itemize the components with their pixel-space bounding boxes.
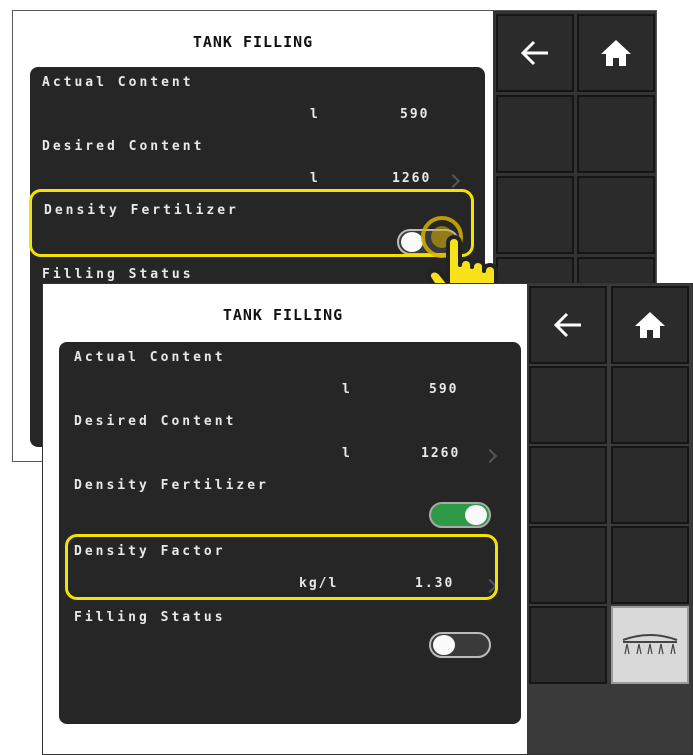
highlight-frame	[29, 189, 474, 257]
sprayer-boom-button[interactable]	[611, 606, 689, 684]
density-fertilizer-toggle[interactable]	[429, 502, 491, 528]
home-button[interactable]	[577, 14, 655, 92]
empty-soft-key[interactable]	[611, 526, 689, 604]
actual-content-unit: l	[310, 107, 320, 122]
toggle-knob	[465, 505, 487, 525]
highlight-frame	[65, 534, 498, 600]
actual-content-unit: l	[342, 382, 352, 397]
home-icon	[613, 288, 687, 362]
back-arrow-icon	[498, 16, 572, 90]
desired-content-label: Desired Content	[42, 139, 205, 154]
density-fertilizer-label: Density Fertilizer	[74, 478, 269, 493]
filling-status-label: Filling Status	[42, 267, 194, 282]
actual-content-label: Actual Content	[42, 75, 194, 90]
settings-panel: Actual Content l 590 Desired Content l 1…	[59, 342, 521, 724]
toggle-knob	[433, 635, 455, 655]
back-button[interactable]	[529, 286, 607, 364]
front-screen: TANK FILLING Actual Content l 590 Desire…	[42, 283, 693, 755]
empty-soft-key[interactable]	[577, 176, 655, 254]
sprayer-boom-icon	[613, 608, 687, 682]
home-icon	[579, 16, 653, 90]
page-title: TANK FILLING	[222, 306, 344, 324]
desired-content-value[interactable]: 1260	[421, 446, 460, 461]
empty-soft-key[interactable]	[611, 446, 689, 524]
filling-status-toggle[interactable]	[429, 632, 491, 658]
desired-content-value[interactable]: 1260	[392, 171, 431, 186]
page-title: TANK FILLING	[192, 33, 314, 51]
filling-status-label: Filling Status	[74, 610, 226, 625]
back-button[interactable]	[496, 14, 574, 92]
empty-soft-key[interactable]	[577, 95, 655, 173]
empty-soft-key[interactable]	[529, 446, 607, 524]
side-button-bar	[527, 284, 692, 754]
desired-content-unit: l	[342, 446, 352, 461]
home-button[interactable]	[611, 286, 689, 364]
empty-soft-key[interactable]	[529, 366, 607, 444]
empty-soft-key[interactable]	[529, 606, 607, 684]
back-arrow-icon	[531, 288, 605, 362]
empty-soft-key[interactable]	[611, 366, 689, 444]
empty-soft-key[interactable]	[496, 95, 574, 173]
chevron-right-icon	[482, 448, 498, 464]
empty-soft-key[interactable]	[529, 526, 607, 604]
desired-content-label: Desired Content	[74, 414, 237, 429]
actual-content-value: 590	[400, 107, 430, 122]
actual-content-label: Actual Content	[74, 350, 226, 365]
chevron-right-icon	[445, 173, 461, 189]
actual-content-value: 590	[429, 382, 459, 397]
desired-content-unit: l	[310, 171, 320, 186]
